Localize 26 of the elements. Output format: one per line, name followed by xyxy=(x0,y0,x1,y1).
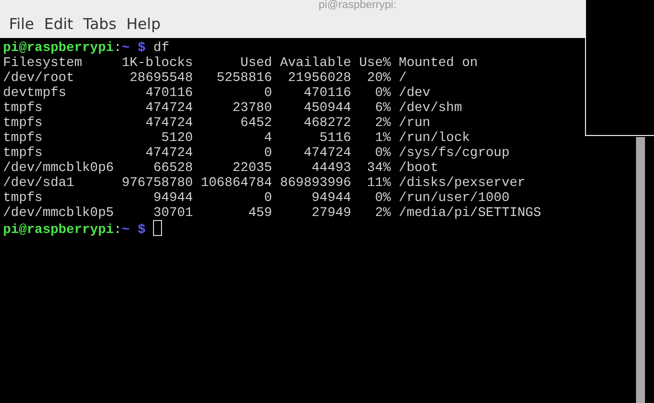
output-line: tmpfs 474724 6452 468272 2% /run xyxy=(3,115,430,130)
output-line: tmpfs 474724 23780 450944 6% /dev/shm xyxy=(3,100,462,115)
command-text: df xyxy=(153,40,170,55)
output-line: /dev/mmcblk0p6 66528 22035 44493 34% /boot xyxy=(3,160,438,175)
menu-item[interactable]: File xyxy=(5,15,40,33)
prompt-path: ~ xyxy=(122,222,130,237)
window-title: pi@raspberrypi: xyxy=(318,0,396,10)
output-line: devtmpfs 470116 0 470116 0% /dev xyxy=(3,85,430,100)
prompt-symbol: $ xyxy=(138,40,146,55)
menu-item[interactable]: Help xyxy=(122,15,167,33)
output-line: /dev/root 28695548 5258816 21956028 20% / xyxy=(3,70,407,85)
scrollbar[interactable] xyxy=(636,137,645,403)
menu-item[interactable]: Tabs xyxy=(79,15,122,33)
menu-item[interactable]: Edit xyxy=(40,15,80,33)
output-line: tmpfs 474724 0 474724 0% /sys/fs/cgroup xyxy=(3,145,510,160)
prompt-separator: : xyxy=(114,40,122,55)
output-line: /dev/mmcblk0p5 30701 459 27949 2% /media/pi/SETTINGS xyxy=(3,205,542,220)
prompt-user-host: pi@raspberrypi xyxy=(3,40,114,55)
output-line: tmpfs 94944 0 94944 0% /run/user/1000 xyxy=(3,190,510,205)
prompt-separator: : xyxy=(114,222,122,237)
prompt-symbol: $ xyxy=(138,222,146,237)
prompt-user-host: pi@raspberrypi xyxy=(3,222,114,237)
prompt-path: ~ xyxy=(122,40,130,55)
output-line: Filesystem 1K-blocks Used Available Use% Mounted on xyxy=(3,55,478,70)
output-line: tmpfs 5120 4 5116 1% /run/lock xyxy=(3,130,470,145)
output-line: /dev/sda1 976758780 106864784 869893996 11% /disks/pexserver xyxy=(3,175,526,190)
